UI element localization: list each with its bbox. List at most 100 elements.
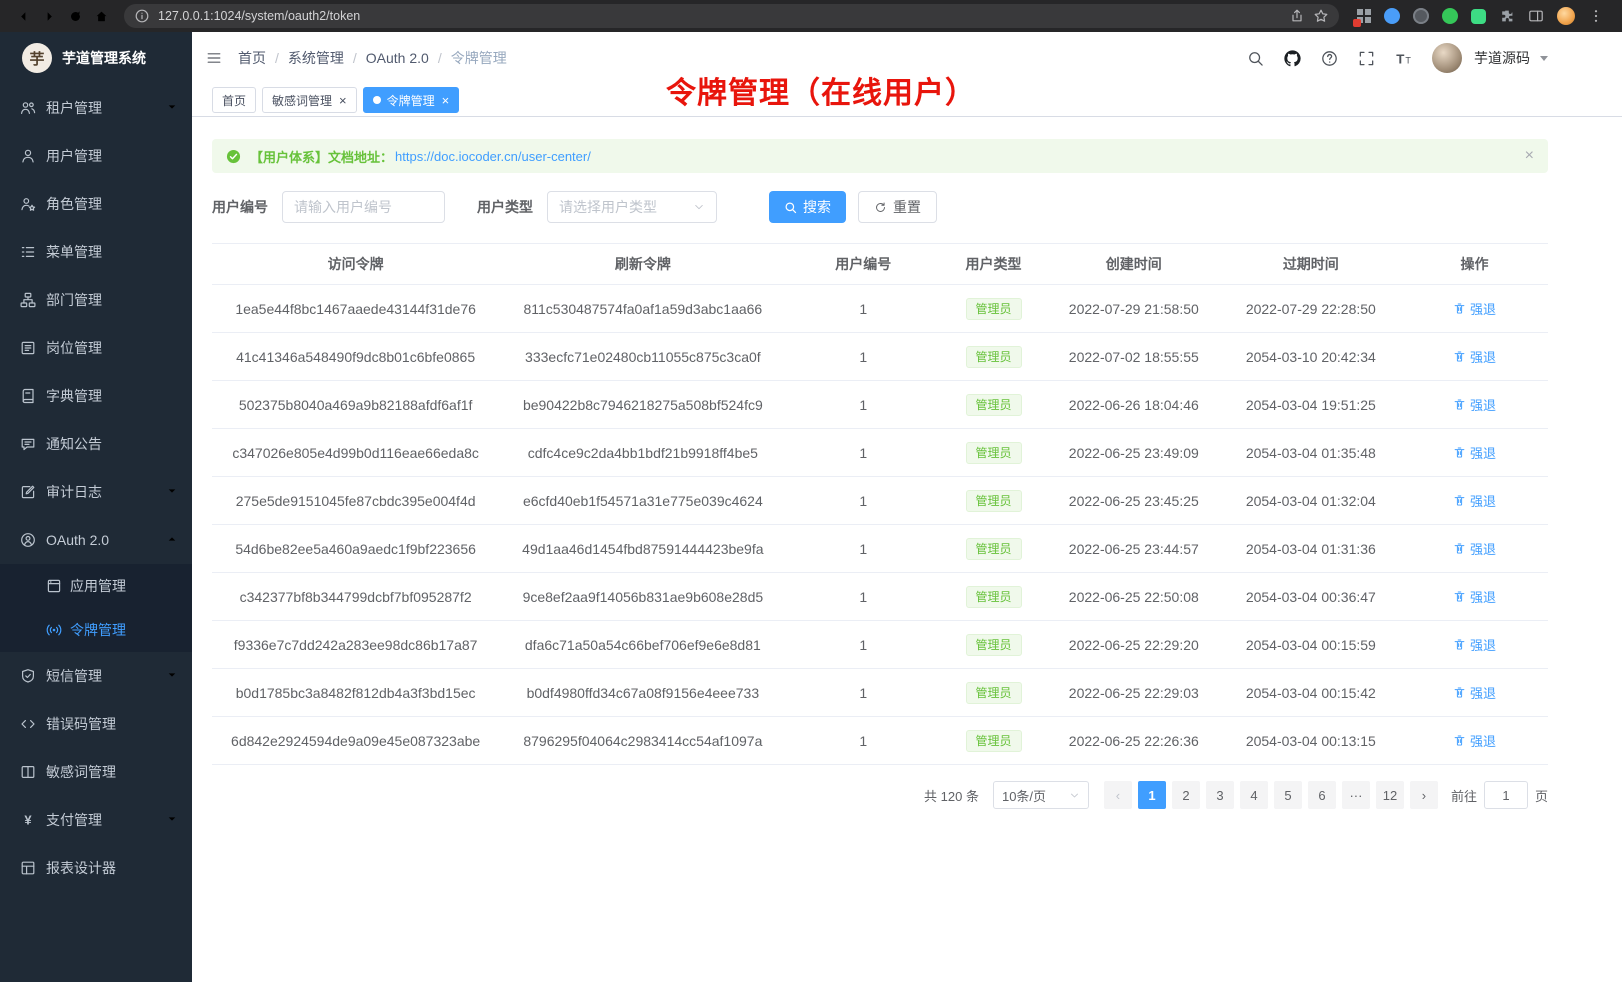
breadcrumb-item[interactable]: 系统管理 [288,48,344,68]
tab-close-icon[interactable]: × [442,94,450,107]
browser-forward-icon[interactable] [36,3,62,29]
bookmark-star-icon[interactable] [1313,8,1329,24]
pagination-page-2-button[interactable]: 2 [1172,781,1200,809]
extension-badge-icon[interactable] [1357,9,1371,23]
access-token-cell: b0d1785bc3a8482f812db4a3f3bd15ec [212,669,499,717]
force-logout-button[interactable]: 强退 [1453,539,1496,558]
sidebar-item-sensitive-word[interactable]: 敏感词管理 [0,748,192,796]
force-logout-button[interactable]: 强退 [1453,635,1496,654]
force-logout-button[interactable]: 强退 [1453,347,1496,366]
pagination-prev-button[interactable]: ‹ [1104,781,1132,809]
sidebar-subitem-oauth2-token[interactable]: 令牌管理 [0,608,192,652]
breadcrumb-item[interactable]: OAuth 2.0 [366,50,429,66]
sidebar-toggle-icon[interactable] [206,50,222,66]
force-logout-button[interactable]: 强退 [1453,731,1496,750]
address-bar[interactable]: 127.0.0.1:1024/system/oauth2/token [124,4,1339,28]
browser-menu-icon[interactable] [1588,8,1604,24]
pagination-page-12-button[interactable]: 12 [1376,781,1404,809]
breadcrumb-separator: / [438,50,442,66]
page-size-select[interactable]: 10条/页 [993,781,1089,809]
table-row: 41c41346a548490f9dc8b01c6bfe0865 333ecfc… [212,333,1548,381]
split-view-icon[interactable] [1528,8,1544,24]
tab-token[interactable]: 令牌管理× [363,87,460,113]
share-icon[interactable] [1289,8,1305,24]
sidebar-item-oauth2[interactable]: OAuth 2.0 [0,516,192,564]
extension-dark-icon[interactable] [1413,8,1429,24]
search-button[interactable]: 搜索 [769,191,846,223]
extension-android-icon[interactable] [1471,9,1486,24]
column-header: 创建时间 [1047,244,1221,285]
sidebar-item-sms[interactable]: 短信管理 [0,652,192,700]
tab-home[interactable]: 首页 [212,87,256,113]
username[interactable]: 芋道源码 [1474,48,1530,68]
browser-home-icon[interactable] [88,3,114,29]
site-info-icon[interactable] [134,8,150,24]
breadcrumb-item[interactable]: 首页 [238,48,266,68]
trash-icon [1453,398,1466,411]
tab-close-icon[interactable]: × [339,94,347,107]
sidebar-subitem-oauth2-app[interactable]: 应用管理 [0,564,192,608]
chevron-down-icon [166,484,178,500]
force-logout-button[interactable]: 强退 [1453,491,1496,510]
force-logout-button[interactable]: 强退 [1453,587,1496,606]
pagination-page-5-button[interactable]: 5 [1274,781,1302,809]
browser-reload-icon[interactable] [62,3,88,29]
github-icon[interactable] [1284,50,1301,67]
refresh-token-cell: 9ce8ef2aa9f14056b831ae9b608e28d5 [499,573,786,621]
extension-blue-icon[interactable] [1384,8,1400,24]
force-logout-button[interactable]: 强退 [1453,395,1496,414]
tab-sensitive-word[interactable]: 敏感词管理× [262,87,357,113]
pagination-page-1-button[interactable]: 1 [1138,781,1166,809]
pagination-page-3-button[interactable]: 3 [1206,781,1234,809]
user-type-select[interactable]: 请选择用户类型 [547,191,717,223]
trash-icon [1453,542,1466,555]
extensions-puzzle-icon[interactable] [1499,8,1515,24]
user-type-tag: 管理员 [966,730,1022,752]
sidebar-item-pay[interactable]: ¥支付管理 [0,796,192,844]
sidebar-item-dept[interactable]: 部门管理 [0,276,192,324]
force-logout-button[interactable]: 强退 [1453,683,1496,702]
force-logout-button[interactable]: 强退 [1453,299,1496,318]
sidebar-item-error-code[interactable]: 错误码管理 [0,700,192,748]
sidebar-item-menu[interactable]: 菜单管理 [0,228,192,276]
goto-page-input[interactable] [1484,781,1528,809]
url-text[interactable]: 127.0.0.1:1024/system/oauth2/token [158,9,1281,23]
pagination-next-button[interactable]: › [1410,781,1438,809]
goto-suffix: 页 [1535,786,1548,805]
force-logout-button[interactable]: 强退 [1453,443,1496,462]
sidebar-item-tenant[interactable]: 租户管理 [0,84,192,132]
access-token-cell: 6d842e2924594de9a09e45e087323abe [212,717,499,765]
menu-icon [20,244,36,260]
sidebar-item-user[interactable]: 用户管理 [0,132,192,180]
sidebar-item-post[interactable]: 岗位管理 [0,324,192,372]
user-id-cell: 1 [786,717,940,765]
fullscreen-icon[interactable] [1358,50,1375,67]
sidebar-item-role[interactable]: 角色管理 [0,180,192,228]
trash-icon [1453,350,1466,363]
access-token-cell: 275e5de9151045fe87cbdc395e004f4d [212,477,499,525]
sidebar-item-dict[interactable]: 字典管理 [0,372,192,420]
pagination-more-button[interactable]: ··· [1342,781,1370,809]
access-token-cell: 54d6be82ee5a460a9aedc1f9bf223656 [212,525,499,573]
reset-button[interactable]: 重置 [858,191,937,223]
user-menu-caret-icon[interactable] [1540,56,1548,61]
expire-time-cell: 2054-03-04 01:35:48 [1221,429,1401,477]
app-logo[interactable]: 芋 芋道管理系统 [0,32,192,84]
sidebar-item-report-designer[interactable]: 报表设计器 [0,844,192,892]
user-avatar[interactable] [1432,43,1462,73]
alert-close-icon[interactable]: × [1525,148,1534,164]
sidebar-item-audit-log[interactable]: 审计日志 [0,468,192,516]
dict-icon [20,388,36,404]
browser-profile-avatar[interactable] [1557,7,1575,25]
sidebar-item-notice[interactable]: 通知公告 [0,420,192,468]
pagination-page-4-button[interactable]: 4 [1240,781,1268,809]
doc-link[interactable]: https://doc.iocoder.cn/user-center/ [395,149,591,164]
extension-green-icon[interactable] [1442,8,1458,24]
user-id-input[interactable] [282,191,445,223]
pagination-page-6-button[interactable]: 6 [1308,781,1336,809]
help-icon[interactable] [1321,50,1338,67]
trash-icon [1453,494,1466,507]
font-size-icon[interactable]: TT [1395,50,1412,67]
search-icon[interactable] [1247,50,1264,67]
browser-back-icon[interactable] [10,3,36,29]
